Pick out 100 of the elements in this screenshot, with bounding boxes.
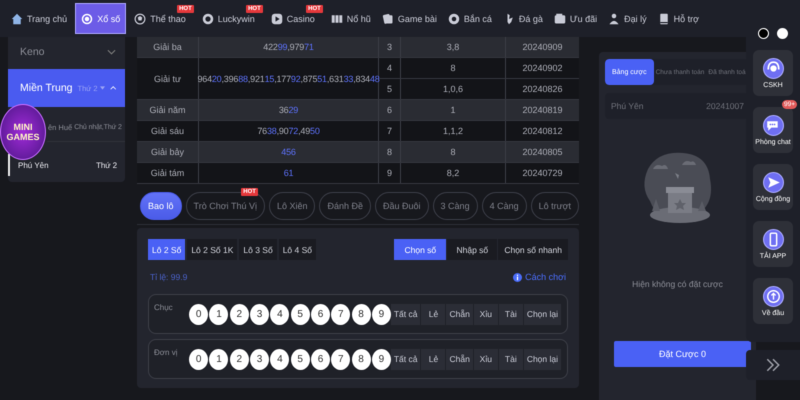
date-cell-text: 20240729 <box>521 167 564 180</box>
quick-pick-button[interactable]: Tài <box>498 348 523 370</box>
prize-cell: Giải năm <box>137 100 199 120</box>
arrow-up-icon <box>762 286 784 306</box>
date-cell-text: 20240902 <box>521 62 564 75</box>
game-tab[interactable]: Bao lô <box>140 192 182 220</box>
quick-pick-button[interactable]: Tài <box>498 304 523 324</box>
mode-tab[interactable]: Chọn số <box>394 239 446 260</box>
mode-tab[interactable]: Chọn số nhanh <box>498 239 568 260</box>
digit-ball[interactable]: 7 <box>331 304 350 324</box>
headset-icon <box>762 58 784 78</box>
prize-cell: Giải bảy <box>137 142 199 162</box>
bet-type-tab[interactable]: Lô 3 Số <box>239 239 277 260</box>
game-tab[interactable]: Lô trượt <box>530 192 580 220</box>
theme-option[interactable] <box>758 28 769 39</box>
quick-pick-button[interactable]: Chẵn <box>446 304 473 324</box>
digit-ball[interactable]: 3 <box>250 304 270 324</box>
ball-icon <box>134 12 146 24</box>
nav-tab[interactable]: Trang chủ <box>8 3 70 34</box>
date-cell-text: 20240826 <box>521 83 564 96</box>
digit-ball[interactable]: 0 <box>189 348 208 370</box>
target-icon <box>81 12 94 24</box>
digit-ball[interactable]: 7 <box>331 348 350 370</box>
book-icon <box>658 12 670 24</box>
value-cell: 1,0,6 <box>401 79 506 99</box>
digit-ball[interactable]: 9 <box>372 348 391 370</box>
quick-pick-button[interactable]: Chọn lại <box>524 348 561 370</box>
value-cell: 8,2 <box>401 163 506 183</box>
home-icon <box>11 12 23 24</box>
nav-tab[interactable]: Đại lý <box>605 3 650 34</box>
bet-type-tab[interactable]: Lô 4 Số <box>278 239 316 260</box>
quick-pick-button[interactable]: Tất cả <box>390 348 420 370</box>
quick-pick-button[interactable]: Xỉu <box>474 304 498 324</box>
chip-icon <box>202 12 214 24</box>
index-cell: 9 <box>379 163 401 183</box>
digit-ball[interactable]: 4 <box>270 348 290 370</box>
value-cell: 1,1,2 <box>401 121 506 141</box>
bet-type-tab[interactable]: Lô 2 Số <box>148 239 186 260</box>
digit-ball[interactable]: 6 <box>310 304 330 324</box>
digit-ball[interactable]: 8 <box>352 348 371 370</box>
place-bet-button[interactable]: Đặt Cược 0 <box>614 341 751 367</box>
digit-ball[interactable]: 3 <box>250 348 270 370</box>
quick-pick-button[interactable]: Xỉu <box>474 348 498 370</box>
game-tab[interactable]: 4 Càng <box>482 192 527 220</box>
digit-ball[interactable]: 5 <box>290 304 310 324</box>
digit-ball[interactable]: 0 <box>189 304 208 324</box>
digit-ball[interactable]: 8 <box>352 304 371 324</box>
chevron-down-icon <box>107 49 116 55</box>
slot-machine-icon <box>330 12 343 24</box>
game-tab[interactable]: 3 Càng <box>432 192 478 220</box>
value-cell: 1 <box>401 100 506 120</box>
theme-option[interactable] <box>777 28 788 39</box>
nav-tab[interactable]: Đá gà <box>500 3 546 34</box>
digit-ball[interactable]: 1 <box>209 348 228 370</box>
quick-pick-button[interactable]: Tất cả <box>390 304 420 324</box>
mode-tab[interactable]: Nhập số <box>447 239 498 260</box>
date-cell-text: 20240805 <box>521 146 564 159</box>
nav-tab[interactable]: Nổ hũ <box>328 3 374 34</box>
digit-ball[interactable]: 2 <box>230 348 249 370</box>
number-cell: 42299,97971 <box>199 37 379 57</box>
nav-tab[interactable]: Hỗ trợ <box>654 3 702 34</box>
digit-ball[interactable]: 1 <box>209 304 228 324</box>
value-cell: 3,8 <box>401 37 506 57</box>
digit-ball[interactable]: 6 <box>310 348 330 370</box>
phone-icon <box>762 228 784 250</box>
odds-text: Tỉ lệ: 99.9 <box>150 272 188 282</box>
quick-pick-button[interactable]: Chẵn <box>446 348 473 370</box>
draw-date: 20241007 <box>706 101 744 111</box>
double-chevron-icon <box>765 358 781 372</box>
digit-ball[interactable]: 9 <box>372 304 391 324</box>
nav-tab[interactable]: Ưu đãi <box>550 3 600 34</box>
game-tab[interactable]: Đầu Đuôi <box>375 192 429 220</box>
region-item[interactable]: Keno <box>8 37 125 67</box>
number-cell: 96420,39688,92115,17792,87551,63133,83448 <box>199 58 379 99</box>
row-label: Chục <box>154 303 174 312</box>
quick-pick-button[interactable]: Chọn lại <box>524 304 561 324</box>
send-icon <box>762 172 784 192</box>
nav-tab[interactable]: Game bài <box>378 3 440 34</box>
quick-pick-button[interactable]: Lẻ <box>421 304 446 324</box>
index-cell: 4 <box>379 58 401 78</box>
bet-type-tab[interactable]: Lô 2 Số 1K <box>187 239 238 260</box>
digit-ball[interactable]: 2 <box>230 304 249 324</box>
row-label: Đơn vị <box>154 348 178 357</box>
game-tab[interactable]: Đánh Đề <box>319 192 372 220</box>
region-label: Keno <box>20 46 45 58</box>
province-name: Phú Yên <box>18 160 49 170</box>
digit-ball[interactable]: 5 <box>290 348 310 370</box>
date-cell-text: 20240819 <box>521 104 564 117</box>
value-cell: 8 <box>401 58 506 78</box>
ball-icon <box>448 12 460 24</box>
number-cell: 3629 <box>199 100 379 120</box>
expand-button[interactable] <box>746 350 800 380</box>
digit-ball[interactable]: 4 <box>270 304 290 324</box>
caret-down-icon <box>100 86 105 90</box>
nav-tab[interactable]: Xổ số <box>75 3 126 34</box>
game-tab[interactable]: Lô Xiên <box>268 192 316 220</box>
nav-tab[interactable]: Bắn cá <box>444 3 495 34</box>
quick-pick-button[interactable]: Lẻ <box>421 348 446 370</box>
index-cell: 3 <box>379 37 401 57</box>
draw-days: Thứ 2 <box>96 160 117 170</box>
